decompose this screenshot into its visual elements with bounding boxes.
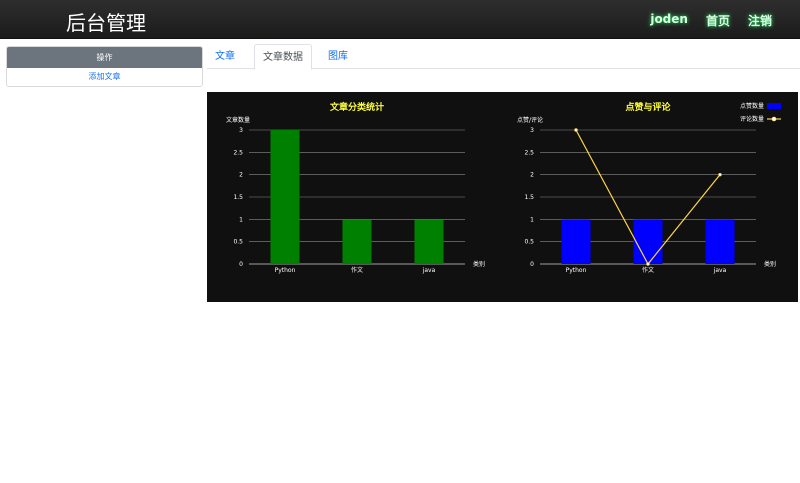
- chart2-title: 点赞与评论: [625, 101, 671, 113]
- sidebar-item-add-article[interactable]: 添加文章: [7, 68, 202, 86]
- chart1-x-tick-label: Python: [275, 267, 296, 274]
- chart2-y-tick-label: 1: [530, 216, 534, 223]
- chart1-y-tick-label: 2.5: [233, 149, 243, 156]
- chart2-x-tick-label: java: [713, 267, 727, 274]
- chart2-line-point: [646, 262, 650, 266]
- chart2-y-tick-label: 0.5: [524, 239, 534, 246]
- chart2-line-point: [574, 128, 578, 132]
- chart2-legend-bar-swatch: [767, 103, 781, 109]
- chart1-x-tick-label: java: [422, 267, 436, 274]
- tab-articles[interactable]: 文章: [207, 44, 243, 69]
- tab-bar: 文章 文章数据 图库: [207, 44, 800, 70]
- chart2-bar: [633, 219, 663, 264]
- nav-home-link[interactable]: 首页: [706, 12, 730, 29]
- nav-right: joden 首页 注销: [650, 12, 772, 29]
- tab-article-data[interactable]: 文章数据: [254, 44, 312, 70]
- nav-logout-link[interactable]: 注销: [748, 12, 772, 29]
- chart1-y-axis-label: 文章数量: [226, 116, 250, 124]
- chart1-y-tick-label: 2: [239, 172, 243, 179]
- chart1-title: 文章分类统计: [329, 101, 384, 113]
- top-navbar: 后台管理 joden 首页 注销: [0, 0, 800, 39]
- chart2-bar: [561, 219, 591, 264]
- chart2-y-tick-label: 2.5: [524, 149, 534, 156]
- charts-svg: 文章分类统计文章数量 0 0.5 1 1.5 2 2.5 3 类别 Python 作文 java 点赞与…: [226, 101, 781, 274]
- chart1-y-tick-label: 1.5: [233, 194, 243, 201]
- chart1-y-tick-label: 0: [239, 261, 243, 268]
- chart1-x-tick-label: 作文: [351, 266, 363, 274]
- chart-panel: 文章分类统计文章数量 0 0.5 1 1.5 2 2.5 3 类别 Python 作文 java 点赞与…: [207, 92, 798, 302]
- chart2-x-axis-label: 类别: [764, 260, 776, 268]
- tab-gallery[interactable]: 图库: [320, 44, 356, 69]
- nav-user-link[interactable]: joden: [650, 12, 688, 29]
- chart2-y-axis-label: 点赞/评论: [517, 116, 543, 124]
- chart1-bar: [414, 219, 444, 264]
- chart2-y-tick-label: 1.5: [524, 194, 534, 201]
- chart2-y-tick-label: 0: [530, 261, 534, 268]
- chart1-y-tick-label: 1: [239, 216, 243, 223]
- chart1-bar: [270, 130, 300, 264]
- chart1-bar: [342, 219, 372, 264]
- chart2-line-point: [718, 172, 722, 177]
- sidebar-heading: 操作: [7, 47, 202, 68]
- chart2-bar: [705, 219, 735, 264]
- chart2-legend-line-marker: [771, 116, 777, 122]
- chart2-x-tick-label: Python: [566, 267, 587, 274]
- chart1-y-tick-label: 0.5: [233, 239, 243, 246]
- chart1-y-tick-label: 3: [239, 127, 243, 134]
- chart2-legend-label: 评论数量: [740, 115, 764, 123]
- chart2-x-tick-label: 作文: [642, 266, 654, 274]
- chart1-x-axis-label: 类别: [473, 260, 485, 268]
- chart2-y-tick-label: 2: [530, 172, 534, 179]
- chart2-y-tick-label: 3: [530, 127, 534, 134]
- chart2-legend-label: 点赞数量: [740, 102, 764, 110]
- sidebar: 操作 添加文章: [6, 46, 203, 87]
- brand-title[interactable]: 后台管理: [66, 7, 146, 36]
